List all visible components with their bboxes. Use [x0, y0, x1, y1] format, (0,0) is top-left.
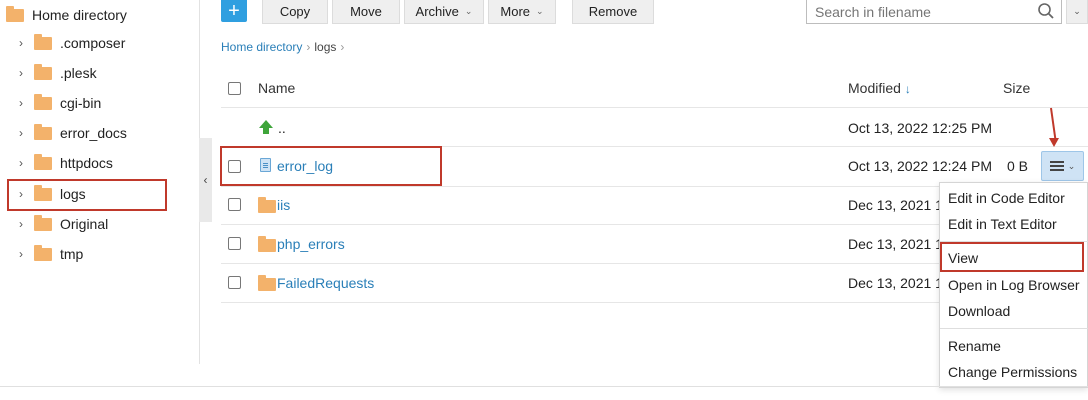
highlight-view-menu-item [940, 242, 1084, 272]
menu-item-rename[interactable]: Rename [948, 338, 1001, 354]
column-header-size[interactable]: Size [1003, 80, 1030, 96]
chevron-down-icon: ⌄ [536, 6, 544, 16]
folder-icon [258, 236, 276, 252]
breadcrumb-separator-icon: › [306, 40, 311, 54]
search-icon[interactable] [1037, 2, 1055, 20]
menu-item-edit-text-editor[interactable]: Edit in Text Editor [948, 216, 1057, 232]
tree-root[interactable]: Home directory [6, 0, 127, 30]
breadcrumb-separator-icon: › [340, 40, 345, 54]
highlight-error-log-row [220, 146, 442, 186]
row-checkbox[interactable] [228, 237, 241, 250]
folder-icon [6, 5, 24, 22]
modified-header-label: Modified [848, 80, 901, 96]
folder-link-failed-requests[interactable]: FailedRequests [277, 275, 374, 291]
hamburger-icon [1049, 161, 1064, 171]
more-label: More [500, 4, 531, 19]
folder-icon [34, 153, 52, 170]
chevron-right-icon[interactable]: › [16, 156, 26, 170]
modified-cell: Dec 13, 2021 10 [848, 275, 951, 291]
chevron-right-icon[interactable]: › [16, 96, 26, 110]
annotation-arrow-line [1050, 107, 1057, 142]
tree-item-original[interactable]: › Original [16, 209, 108, 239]
row-divider [221, 224, 939, 225]
tree-item-label: httpdocs [60, 155, 113, 171]
chevron-right-icon[interactable]: › [16, 247, 26, 261]
row-divider [221, 302, 939, 303]
footer-divider [0, 386, 1088, 387]
sort-down-icon: ↓ [904, 82, 911, 96]
tree-item-label: Original [60, 216, 109, 232]
breadcrumb-home-link[interactable]: Home directory [221, 40, 302, 54]
row-divider [221, 107, 1088, 108]
breadcrumb-current: logs [314, 40, 337, 54]
archive-button[interactable]: Archive ⌄ [404, 0, 484, 24]
remove-button[interactable]: Remove [572, 0, 654, 24]
menu-item-open-log-browser[interactable]: Open in Log Browser [948, 277, 1080, 293]
tree-item-error-docs[interactable]: › error_docs [16, 118, 127, 148]
archive-label: Archive [415, 4, 459, 19]
folder-icon [34, 93, 52, 110]
folder-icon [34, 33, 52, 50]
parent-folder-link[interactable]: .. [278, 120, 286, 136]
chevron-down-icon: ⌄ [464, 6, 473, 16]
folder-icon [258, 197, 276, 213]
collapse-sidebar-button[interactable]: ‹ [199, 138, 212, 222]
more-button[interactable]: More ⌄ [488, 0, 556, 24]
folder-icon [34, 244, 52, 261]
tree-item-label: tmp [60, 246, 84, 262]
folder-icon [34, 214, 52, 231]
select-all-checkbox[interactable] [228, 82, 241, 95]
modified-cell: Oct 13, 2022 12:25 PM [848, 120, 992, 136]
modified-cell: Dec 13, 2021 10 [848, 197, 951, 213]
folder-link-php-errors[interactable]: php_errors [277, 236, 345, 252]
search-box [806, 0, 1062, 24]
chevron-down-icon: ⌄ [1067, 160, 1076, 171]
modified-cell: Dec 13, 2021 10 [848, 236, 951, 252]
column-header-name[interactable]: Name [258, 80, 295, 96]
copy-button[interactable]: Copy [262, 0, 328, 24]
folder-icon [34, 123, 52, 140]
tree-item-label: .plesk [60, 65, 97, 81]
tree-item-label: error_docs [60, 125, 127, 141]
breadcrumb: Home directory › logs › [221, 40, 344, 54]
tree-item-httpdocs[interactable]: › httpdocs [16, 148, 113, 178]
row-checkbox[interactable] [228, 276, 241, 289]
search-input[interactable] [815, 3, 1035, 20]
tree-root-label: Home directory [32, 7, 127, 23]
search-options-button[interactable]: ⌄ [1066, 0, 1088, 24]
size-cell: 0 B [1007, 158, 1029, 174]
menu-item-download[interactable]: Download [948, 303, 1010, 319]
chevron-right-icon[interactable]: › [16, 66, 26, 80]
menu-item-edit-code-editor[interactable]: Edit in Code Editor [948, 190, 1065, 206]
folder-link-iis[interactable]: iis [277, 197, 290, 213]
row-menu-button[interactable]: ⌄ [1041, 151, 1084, 181]
tree-item-composer[interactable]: › .composer [16, 28, 125, 58]
modified-cell: Oct 13, 2022 12:24 PM [848, 158, 992, 174]
chevron-right-icon[interactable]: › [16, 217, 26, 231]
annotation-arrow-head [1049, 138, 1059, 147]
column-header-modified[interactable]: Modified ↓ [848, 80, 911, 96]
chevron-right-icon[interactable]: › [16, 36, 26, 50]
menu-separator [940, 328, 1088, 329]
row-checkbox[interactable] [228, 198, 241, 211]
tree-item-label: cgi-bin [60, 95, 102, 111]
row-divider [221, 263, 939, 264]
add-button[interactable]: + [221, 0, 247, 22]
tree-item-cgi-bin[interactable]: › cgi-bin [16, 88, 101, 118]
parent-folder-icon [259, 120, 273, 134]
menu-item-change-permissions[interactable]: Change Permissions [948, 364, 1077, 380]
tree-item-tmp[interactable]: › tmp [16, 239, 83, 269]
row-context-menu: Edit in Code Editor Edit in Text Editor … [939, 182, 1088, 388]
row-divider [221, 186, 939, 187]
move-button[interactable]: Move [332, 0, 400, 24]
folder-icon [34, 63, 52, 80]
chevron-right-icon[interactable]: › [16, 126, 26, 140]
highlight-logs-folder [7, 179, 167, 211]
folder-icon [258, 275, 276, 291]
tree-item-plesk[interactable]: › .plesk [16, 58, 97, 88]
tree-item-label: .composer [60, 35, 126, 51]
